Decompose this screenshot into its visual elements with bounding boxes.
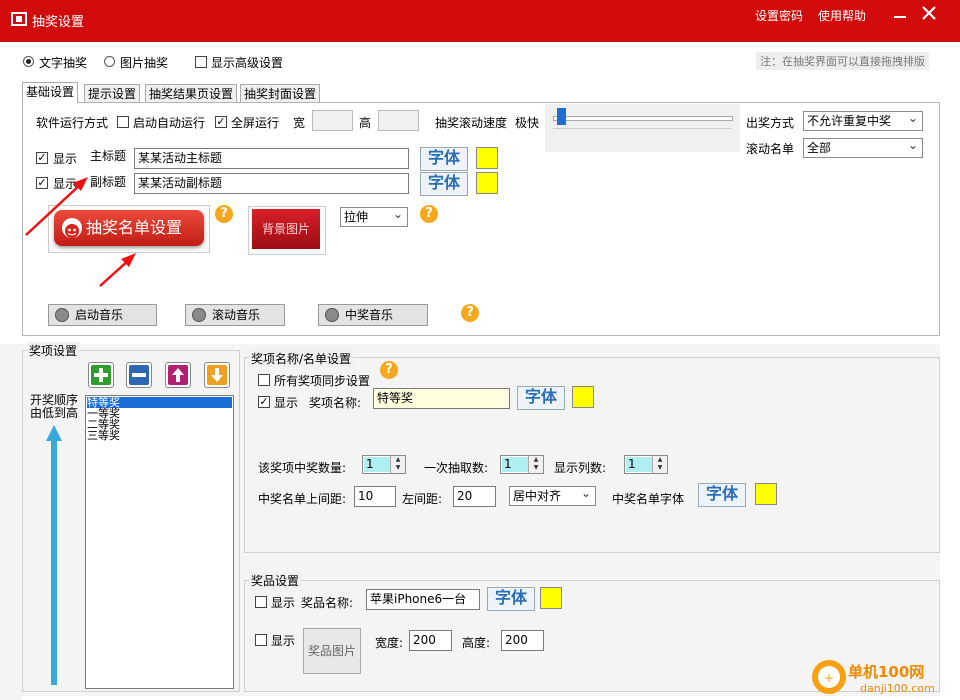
sync-all-checkbox[interactable] bbox=[258, 374, 270, 386]
prize-list-item[interactable]: 三等奖 bbox=[87, 430, 120, 441]
align-select[interactable]: 居中对齐 bbox=[509, 484, 596, 506]
svg-text:+: + bbox=[824, 671, 834, 685]
order-arrow-icon bbox=[46, 425, 62, 685]
sync-all-label: 所有奖项同步设置 bbox=[274, 374, 371, 388]
per-draw-label: 一次抽取数: bbox=[424, 461, 489, 475]
top-margin-input[interactable]: 10 bbox=[354, 486, 396, 507]
gift-width-label: 宽度: bbox=[375, 636, 404, 650]
show-gift-image-checkbox[interactable] bbox=[255, 634, 267, 646]
prize-name-color-swatch[interactable] bbox=[572, 386, 594, 408]
prize-name-input[interactable]: 特等奖 bbox=[373, 388, 510, 409]
prize-name-label: 奖项名称: bbox=[309, 396, 362, 410]
win-count-spinner[interactable]: 1 ▲ ▼ bbox=[362, 455, 406, 474]
win-count-label: 该奖项中奖数量: bbox=[258, 461, 347, 475]
move-up-icon bbox=[168, 365, 188, 385]
prize-name-help-icon[interactable]: ? bbox=[380, 361, 398, 379]
watermark-logo: + bbox=[812, 660, 846, 694]
columns-spinner[interactable]: 1 ▲ ▼ bbox=[624, 455, 668, 474]
gift-name-label: 奖品名称: bbox=[301, 596, 354, 610]
show-prize-name-checkbox[interactable]: ✓ bbox=[258, 396, 270, 408]
left-margin-input[interactable]: 20 bbox=[453, 486, 496, 507]
move-down-button[interactable] bbox=[204, 362, 230, 388]
show-prize-name-label: 显示 bbox=[274, 396, 299, 410]
draw-order-label: 开奖顺序 由低到高 bbox=[30, 393, 79, 420]
prize-list-group-title: 奖项设置 bbox=[27, 342, 80, 359]
remove-icon bbox=[129, 365, 149, 385]
move-down-icon bbox=[207, 365, 227, 385]
list-font-color-swatch[interactable] bbox=[755, 483, 777, 505]
tab-basic[interactable]: 基础设置 bbox=[22, 82, 79, 103]
columns-label: 显示列数: bbox=[554, 461, 607, 475]
prize-list[interactable]: 特等奖 一等奖 二等奖 三等奖 bbox=[85, 395, 234, 689]
add-prize-button[interactable] bbox=[88, 362, 114, 388]
add-icon bbox=[91, 365, 111, 385]
gift-color-swatch[interactable] bbox=[540, 587, 562, 609]
gift-height-input[interactable]: 200 bbox=[501, 630, 544, 651]
left-gutter bbox=[0, 344, 22, 700]
per-draw-spinner[interactable]: 1 ▲ ▼ bbox=[500, 455, 544, 474]
gift-group-title: 奖品设置 bbox=[249, 572, 302, 589]
watermark-brand: 单机100网 bbox=[848, 663, 925, 681]
prize-name-group-title: 奖项名称/名单设置 bbox=[249, 350, 354, 367]
watermark-url: danji100.com bbox=[860, 682, 935, 695]
left-margin-label: 左间距: bbox=[402, 492, 443, 506]
gift-font-button[interactable]: 字体 bbox=[487, 587, 535, 611]
gift-height-label: 高度: bbox=[462, 636, 491, 650]
move-up-button[interactable] bbox=[165, 362, 191, 388]
remove-prize-button[interactable] bbox=[126, 362, 152, 388]
list-font-button[interactable]: 字体 bbox=[698, 483, 746, 507]
list-font-label: 中奖名单字体 bbox=[612, 492, 685, 506]
prize-name-font-button[interactable]: 字体 bbox=[517, 386, 565, 410]
gift-name-input[interactable]: 苹果iPhone6一台 bbox=[366, 589, 480, 610]
show-gift-image-label: 显示 bbox=[271, 634, 296, 648]
gift-width-input[interactable]: 200 bbox=[409, 630, 452, 651]
show-gift-name-checkbox[interactable] bbox=[255, 596, 267, 608]
top-margin-label: 中奖名单上间距: bbox=[258, 492, 347, 506]
show-gift-name-label: 显示 bbox=[271, 596, 296, 610]
gift-image-button[interactable]: 奖品图片 bbox=[303, 628, 361, 674]
